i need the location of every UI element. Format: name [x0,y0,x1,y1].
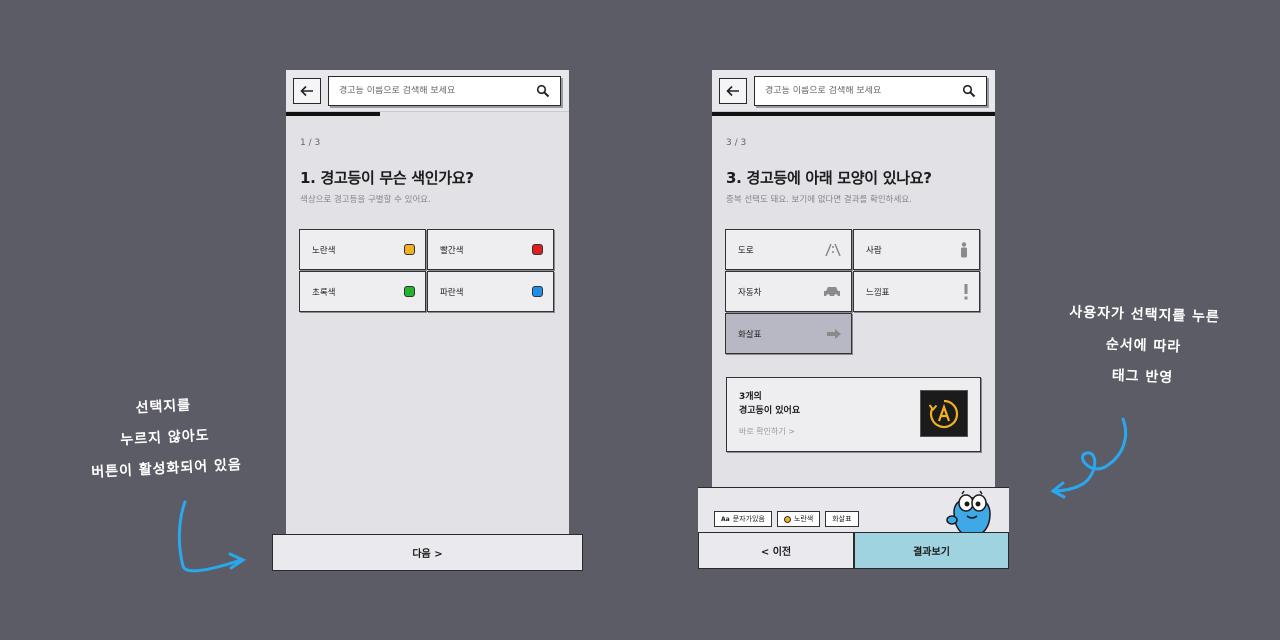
search-input[interactable] [765,86,962,96]
option-label: 느낌표 [866,287,890,298]
option-exclamation[interactable]: 느낌표 [853,271,980,312]
option-green[interactable]: 초록색 [299,271,426,312]
search-icon[interactable] [962,84,976,98]
selected-tags: Aa 문자가있음 노란색 화살표 [714,511,859,527]
curly-arrow-icon [1050,417,1128,499]
option-grid: 노란색 빨간색 초록색 파란색 [299,229,554,312]
green-dot-icon [404,286,415,297]
road-icon [825,243,841,256]
option-red[interactable]: 빨간색 [427,229,554,270]
mascot-illustration [946,490,991,537]
person-icon [961,241,967,257]
tag-label: 문자가있음 [732,515,765,523]
exclamation-icon [964,283,968,299]
next-button[interactable]: 다음 > [272,534,583,571]
option-label: 사람 [866,245,882,256]
step-indicator: 3 / 3 [726,138,747,148]
annotation-left: 선택지를 누르지 않아도 버튼이 활성화되어 있음 [58,387,273,491]
tag-label: 화살표 [832,515,852,523]
option-label: 도로 [738,245,754,256]
progress-fill [712,112,995,116]
option-label: 자동차 [738,287,762,298]
curved-arrow-icon [177,500,247,573]
option-person[interactable]: 사람 [853,229,980,270]
back-button[interactable] [719,78,747,104]
yellow-dot-icon [404,244,415,255]
annotation-line: 태그 반영 [1111,367,1174,387]
progress-bar [286,112,569,116]
option-blue[interactable]: 파란색 [427,271,554,312]
annotation-right: 사용자가 선택지를 누른 순서에 따라 태그 반영 [1034,296,1252,396]
option-grid: 도로 사람 자동차 느낌표 화살표 [725,229,980,354]
screen-step-3: 3 / 3 3. 경고등에 아래 모양이 있나요? 중복 선택도 돼요. 보기에… [712,70,995,490]
option-label: 파란색 [440,287,464,298]
screen-step-1: 1 / 3 1. 경고등이 무슨 색인가요? 색상으로 경고등을 구별할 수 있… [286,70,569,540]
text-tag-icon: Aa [721,515,730,523]
search-input[interactable] [339,86,536,96]
option-yellow[interactable]: 노란색 [299,229,426,270]
prev-button[interactable]: < 이전 [698,532,854,569]
question-hint: 색상으로 경고등을 구별할 수 있어요. [300,195,431,205]
arrow-left-icon [726,85,739,97]
auto-hold-warning-icon [928,399,959,428]
question-hint: 중복 선택도 돼요. 보기에 없다면 결과를 확인하세요. [726,195,912,205]
red-dot-icon [532,244,543,255]
option-label: 노란색 [312,245,336,256]
option-label: 빨간색 [440,245,464,256]
progress-bar [712,112,995,116]
question-title: 3. 경고등에 아래 모양이 있나요? [726,169,932,187]
tag-arrow[interactable]: 화살표 [825,511,859,527]
top-bar [712,70,995,112]
yellow-dot-icon [783,515,791,523]
option-label: 화살표 [738,329,762,340]
arrow-icon [827,328,841,339]
option-road[interactable]: 도로 [725,229,852,270]
search-box[interactable] [754,76,987,106]
arrow-left-icon [300,85,313,97]
blue-dot-icon [532,286,543,297]
search-box[interactable] [328,76,561,106]
warning-light-thumbnail [920,390,968,437]
top-bar [286,70,569,112]
option-arrow[interactable]: 화살표 [725,313,852,354]
option-car[interactable]: 자동차 [725,271,852,312]
tag-bar: Aa 문자가있음 노란색 화살표 [698,487,1009,537]
option-label: 초록색 [312,287,336,298]
step-indicator: 1 / 3 [300,138,321,148]
tag-text[interactable]: Aa 문자가있음 [714,511,772,527]
search-icon[interactable] [536,84,550,98]
tag-yellow[interactable]: 노란색 [776,511,821,527]
car-icon [824,286,840,298]
back-button[interactable] [293,78,321,104]
result-card[interactable]: 3개의 경고등이 있어요 바로 확인하기 > [726,377,981,452]
progress-fill [286,112,380,116]
tag-label: 노란색 [793,515,814,523]
show-result-button[interactable]: 결과보기 [854,532,1009,569]
question-title: 1. 경고등이 무슨 색인가요? [300,169,474,187]
